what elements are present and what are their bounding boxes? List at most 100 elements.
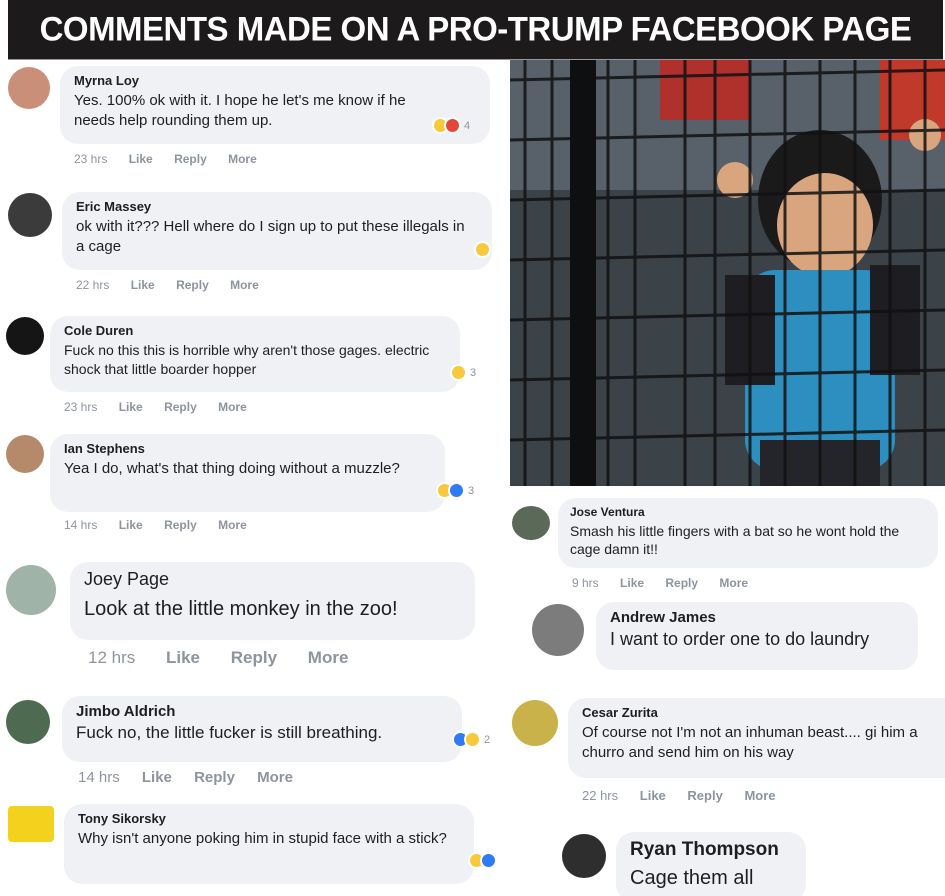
reply-link[interactable]: Reply — [687, 788, 722, 803]
commenter-name[interactable]: Cesar Zurita — [582, 705, 931, 720]
header-title: COMMENTS MADE ON A PRO-TRUMP FACEBOOK PA… — [39, 9, 912, 48]
like-link[interactable]: Like — [166, 648, 200, 667]
comment-time[interactable]: 22 hrs — [582, 788, 618, 803]
like-link[interactable]: Like — [620, 576, 644, 590]
more-link[interactable]: More — [228, 152, 257, 166]
commenter-name[interactable]: Ian Stephens — [64, 441, 431, 456]
angry-reaction-icon — [444, 117, 461, 134]
comment-bubble: Jimbo Aldrich Fuck no, the little fucker… — [62, 696, 462, 762]
reaction-summary[interactable]: 3 — [436, 482, 474, 499]
comment-bubble: Cole Duren Fuck no this this is horrible… — [50, 316, 460, 392]
like-link[interactable]: Like — [119, 400, 143, 414]
reply-link[interactable]: Reply — [194, 769, 235, 786]
reaction-summary[interactable] — [468, 852, 497, 869]
caged-child-photo — [510, 60, 945, 486]
avatar-andrew-james[interactable] — [532, 604, 584, 656]
comment-actions: 14 hrs Like Reply More — [64, 518, 265, 532]
reaction-summary[interactable] — [474, 241, 491, 258]
commenter-name[interactable]: Jimbo Aldrich — [76, 703, 448, 720]
more-link[interactable]: More — [257, 769, 293, 786]
more-link[interactable]: More — [230, 278, 259, 292]
comment-time[interactable]: 9 hrs — [572, 576, 599, 590]
comment-bubble: Andrew James I want to order one to do l… — [596, 602, 918, 670]
reply-link[interactable]: Reply — [164, 400, 197, 414]
reaction-count: 4 — [464, 119, 471, 132]
comment-bubble: Cesar Zurita Of course not I'm not an in… — [568, 698, 945, 778]
comment-bubble: Eric Massey ok with it??? Hell where do … — [62, 192, 492, 270]
comment-actions: 23 hrs Like Reply More — [64, 400, 265, 414]
commenter-name[interactable]: Tony Sikorsky — [78, 811, 460, 826]
comment-bubble: Ryan Thompson Cage them all — [616, 832, 806, 896]
comment-text: Yes. 100% ok with it. I hope he let's me… — [74, 92, 406, 129]
avatar-cole-duren[interactable] — [6, 317, 44, 355]
commenter-name[interactable]: Cole Duren — [64, 323, 446, 338]
comment-actions: 14 hrs Like Reply More — [78, 769, 311, 786]
like-link[interactable]: Like — [640, 788, 666, 803]
avatar-ian-stephens[interactable] — [6, 435, 44, 473]
reaction-summary[interactable]: 4 — [432, 117, 470, 134]
more-link[interactable]: More — [744, 788, 775, 803]
comment-actions: 22 hrs Like Reply More — [76, 278, 277, 292]
comment-actions: 23 hrs Like Reply More — [74, 152, 275, 166]
comment-time[interactable]: 23 hrs — [64, 400, 97, 414]
header-banner: COMMENTS MADE ON A PRO-TRUMP FACEBOOK PA… — [8, 0, 943, 60]
comment-actions: 22 hrs Like Reply More — [582, 788, 794, 803]
reaction-summary[interactable]: 2 — [452, 731, 490, 748]
photo-illustration — [510, 60, 945, 486]
comment-time[interactable]: 23 hrs — [74, 152, 107, 166]
like-reaction-icon — [480, 852, 497, 869]
avatar-tony-sikorsky[interactable] — [8, 806, 54, 842]
commenter-name[interactable]: Ryan Thompson — [630, 839, 792, 861]
avatar-joey-page[interactable] — [6, 565, 56, 615]
like-link[interactable]: Like — [119, 518, 143, 532]
like-reaction-icon — [448, 482, 465, 499]
comment-text: Yea I do, what's that thing doing withou… — [64, 460, 400, 477]
commenter-name[interactable]: Myrna Loy — [74, 73, 476, 88]
avatar-cesar-zurita[interactable] — [512, 700, 558, 746]
comment-bubble: Tony Sikorsky Why isn't anyone poking hi… — [64, 804, 474, 884]
comment-text: Fuck no this this is horrible why aren't… — [64, 342, 430, 377]
haha-reaction-icon — [464, 731, 481, 748]
more-link[interactable]: More — [308, 648, 349, 667]
avatar-jose-ventura[interactable] — [512, 506, 550, 540]
reply-link[interactable]: Reply — [176, 278, 209, 292]
reply-link[interactable]: Reply — [164, 518, 197, 532]
comment-time[interactable]: 22 hrs — [76, 278, 109, 292]
commenter-name[interactable]: Andrew James — [610, 609, 904, 626]
avatar-ryan-thompson[interactable] — [562, 834, 606, 878]
comment-bubble: Myrna Loy Yes. 100% ok with it. I hope h… — [60, 66, 490, 144]
reaction-summary[interactable]: 3 — [450, 364, 476, 381]
comment-time[interactable]: 14 hrs — [64, 518, 97, 532]
reply-link[interactable]: Reply — [231, 648, 277, 667]
commenter-name[interactable]: Jose Ventura — [570, 505, 926, 519]
like-link[interactable]: Like — [129, 152, 153, 166]
avatar-eric-massey[interactable] — [8, 193, 52, 237]
reaction-count: 3 — [470, 366, 477, 379]
comment-time[interactable]: 14 hrs — [78, 769, 120, 786]
comment-text: Look at the little monkey in the zoo! — [84, 598, 398, 620]
comment-text: Of course not I'm not an inhuman beast..… — [582, 724, 918, 761]
more-link[interactable]: More — [218, 400, 247, 414]
comment-bubble: Jose Ventura Smash his little fingers wi… — [558, 498, 938, 568]
more-link[interactable]: More — [218, 518, 247, 532]
comment-bubble: Joey Page Look at the little monkey in t… — [70, 562, 475, 640]
reaction-count: 3 — [468, 484, 475, 497]
like-link[interactable]: Like — [142, 769, 172, 786]
avatar-jimbo-aldrich[interactable] — [6, 700, 50, 744]
comment-text: Why isn't anyone poking him in stupid fa… — [78, 830, 447, 847]
avatar-myrna-loy[interactable] — [8, 67, 50, 109]
comment-actions: 12 hrs Like Reply More — [88, 648, 374, 668]
commenter-name[interactable]: Joey Page — [84, 569, 461, 590]
reply-link[interactable]: Reply — [665, 576, 698, 590]
comment-text: Cage them all — [630, 867, 754, 889]
more-link[interactable]: More — [719, 576, 748, 590]
reply-link[interactable]: Reply — [174, 152, 207, 166]
comment-text: Smash his little fingers with a bat so h… — [570, 523, 900, 557]
comment-text: ok with it??? Hell where do I sign up to… — [76, 218, 465, 255]
comment-time[interactable]: 12 hrs — [88, 648, 135, 667]
haha-reaction-icon — [474, 241, 491, 258]
like-link[interactable]: Like — [131, 278, 155, 292]
comment-bubble: Ian Stephens Yea I do, what's that thing… — [50, 434, 445, 512]
commenter-name[interactable]: Eric Massey — [76, 199, 478, 214]
comment-text: Fuck no, the little fucker is still brea… — [76, 723, 383, 742]
